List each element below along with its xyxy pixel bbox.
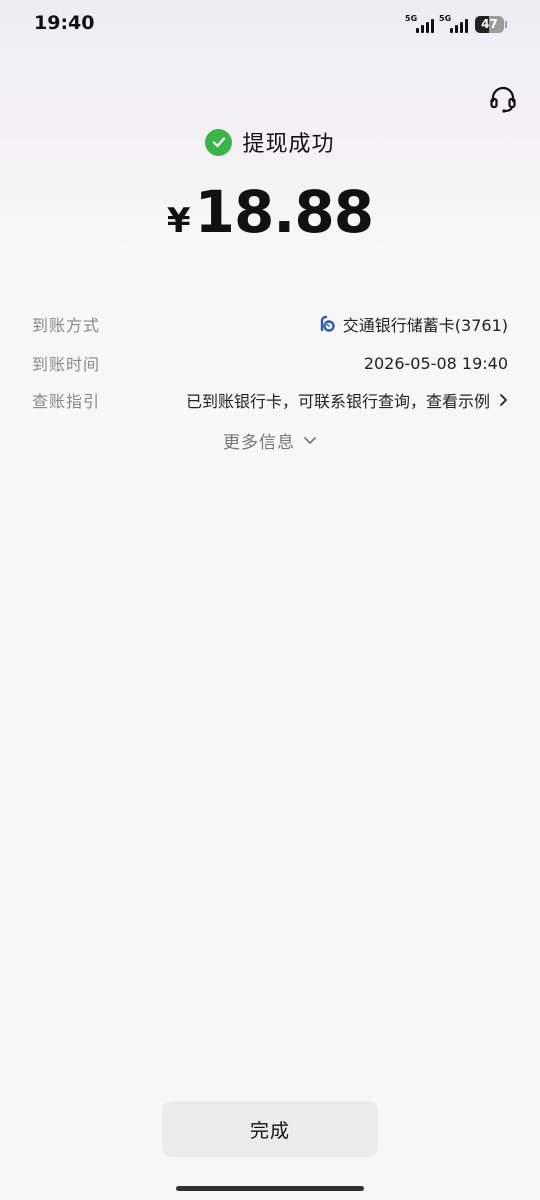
more-info-toggle[interactable]: 更多信息: [0, 426, 540, 454]
currency-symbol: ¥: [166, 201, 191, 241]
status-bar: 19:40 5G 5G 47: [0, 0, 540, 50]
detail-row-guide[interactable]: 查账指引 已到账银行卡，可联系银行查询，查看示例: [32, 385, 508, 415]
battery-level: 47: [481, 16, 498, 31]
done-button[interactable]: 完成: [162, 1101, 378, 1157]
customer-service-button[interactable]: [486, 82, 520, 116]
status-text: 提现成功: [242, 132, 335, 157]
detail-label: 查账指引: [32, 392, 101, 411]
withdrawal-status: 提现成功: [0, 126, 540, 158]
detail-value: 交通银行储蓄卡(3761): [319, 312, 508, 336]
check-circle-icon: [205, 128, 233, 156]
cellular-signal-icon: 5G: [439, 14, 468, 34]
detail-row-time: 到账时间 2026-05-08 19:40: [32, 348, 508, 378]
detail-value[interactable]: 已到账银行卡，可联系银行查询，查看示例: [186, 388, 508, 412]
home-indicator[interactable]: [176, 1186, 364, 1191]
battery-icon: 47: [475, 15, 507, 33]
status-icons: 5G 5G 47: [405, 13, 507, 35]
amount-value: 18.88: [194, 178, 374, 246]
detail-label: 到账方式: [32, 316, 101, 335]
bank-card-name: 交通银行储蓄卡(3761): [342, 316, 508, 335]
bank-of-communications-icon: [320, 315, 335, 332]
headset-icon: [490, 86, 516, 113]
detail-value: 2026-05-08 19:40: [363, 353, 508, 373]
detail-label: 到账时间: [32, 355, 101, 374]
status-time: 19:40: [34, 12, 95, 34]
cellular-signal-icon: 5G: [405, 14, 434, 34]
detail-row-method: 到账方式 交通银行储蓄卡(3761): [32, 309, 508, 339]
more-info-label: 更多信息: [223, 432, 295, 453]
chevron-down-icon: [304, 437, 316, 444]
chevron-right-icon: [500, 394, 507, 406]
withdrawal-amount: ¥ 18.88: [0, 178, 540, 246]
guide-text[interactable]: 已到账银行卡，可联系银行查询，查看示例: [186, 388, 490, 412]
